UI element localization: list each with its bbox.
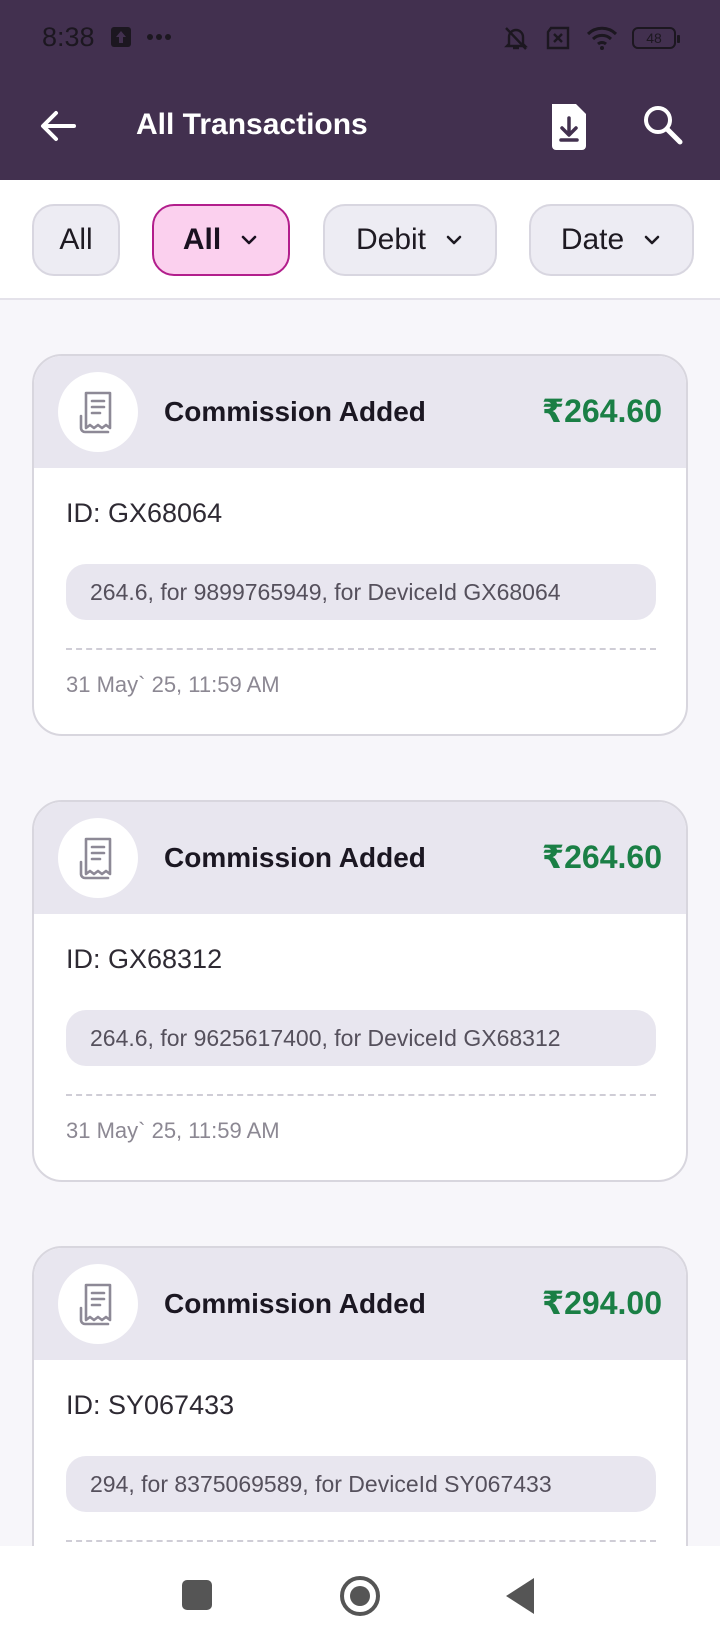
transaction-list[interactable]: Commission Added ₹264.60 ID: GX68064 264…	[0, 302, 720, 1546]
filter-chip-date[interactable]: Date	[529, 204, 694, 276]
receipt-icon	[79, 1283, 112, 1326]
transaction-title: Commission Added	[164, 396, 426, 427]
transaction-datetime: 31 May` 25, 11:59 AM	[66, 672, 280, 697]
transaction-card-header: Commission Added ₹264.60	[34, 356, 686, 468]
transaction-title: Commission Added	[164, 1288, 426, 1319]
transaction-amount: ₹294.00	[541, 1285, 662, 1321]
filter-chip-label: Date	[560, 223, 625, 256]
upload-notification-icon	[111, 27, 131, 47]
transaction-amount: ₹264.60	[541, 393, 662, 429]
download-button[interactable]	[548, 100, 590, 152]
transaction-id: ID: GX68312	[66, 944, 223, 974]
transaction-datetime: 31 May` 25, 11:59 AM	[66, 1118, 280, 1143]
filter-chip-label: All	[182, 223, 222, 256]
filter-chip-type[interactable]: Debit	[323, 204, 497, 276]
more-notifications-icon	[147, 34, 171, 40]
filter-chip-status[interactable]: All	[152, 204, 290, 276]
divider	[66, 648, 656, 650]
transaction-description: 264.6, for 9625617400, for DeviceId GX68…	[66, 1010, 656, 1066]
app-bar: 8:38 48 All Transactions	[0, 0, 720, 180]
search-button[interactable]	[640, 102, 686, 148]
chevron-down-icon	[241, 235, 257, 245]
back-button[interactable]	[36, 104, 80, 148]
transaction-id: ID: GX68064	[66, 498, 223, 528]
transaction-card[interactable]: Commission Added ₹264.60 ID: GX68312 264…	[32, 800, 688, 1182]
home-button[interactable]	[340, 1576, 380, 1616]
divider	[66, 1540, 656, 1542]
transaction-card[interactable]: Commission Added ₹294.00 ID: SY067433 29…	[32, 1246, 688, 1546]
transaction-title: Commission Added	[164, 842, 426, 873]
transaction-card-header: Commission Added ₹294.00	[34, 1248, 686, 1360]
recents-button[interactable]	[182, 1580, 212, 1610]
filter-chip-label: All	[59, 223, 93, 256]
back-arrow-icon	[41, 111, 76, 141]
mute-bell-icon	[504, 27, 528, 50]
download-icon	[552, 104, 586, 150]
transaction-description: 294, for 8375069589, for DeviceId SY0674…	[66, 1456, 656, 1512]
transaction-card[interactable]: Commission Added ₹264.60 ID: GX68064 264…	[32, 354, 688, 736]
status-bar: 8:38 48	[0, 0, 720, 80]
system-back-button[interactable]	[506, 1578, 534, 1614]
receipt-icon	[79, 837, 112, 880]
toolbar: All Transactions	[0, 80, 720, 180]
transaction-description: 264.6, for 9899765949, for DeviceId GX68…	[66, 564, 656, 620]
search-icon	[644, 106, 683, 145]
filter-chip-all[interactable]: All	[32, 204, 120, 276]
chevron-down-icon	[446, 235, 462, 245]
filter-chip-label: Debit	[355, 223, 427, 256]
chevron-down-icon	[644, 235, 660, 245]
receipt-icon	[79, 391, 112, 434]
system-nav-bar	[0, 1546, 720, 1640]
status-time: 8:38	[42, 22, 95, 52]
wifi-icon	[586, 26, 618, 50]
transaction-card-header: Commission Added ₹264.60	[34, 802, 686, 914]
divider	[66, 1094, 656, 1096]
transaction-amount: ₹264.60	[541, 839, 662, 875]
filter-bar: All All Debit Date	[0, 180, 720, 300]
transaction-id: ID: SY067433	[66, 1390, 235, 1420]
battery-indicator: 48	[632, 27, 680, 49]
page-title: All Transactions	[136, 108, 368, 141]
no-sim-icon	[546, 26, 570, 50]
